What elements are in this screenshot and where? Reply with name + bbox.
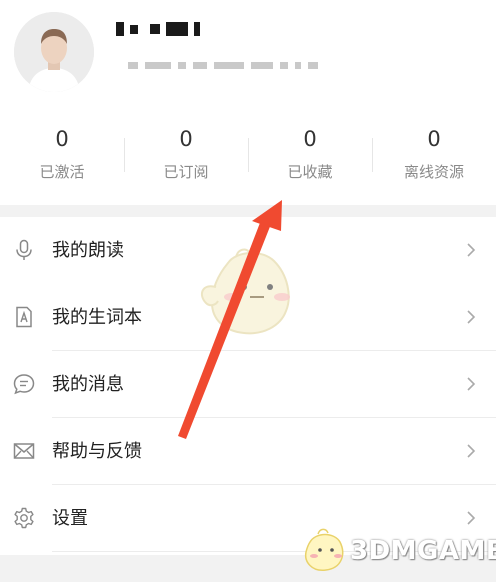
watermark: 3DMGAME bbox=[300, 528, 496, 574]
stat-activated[interactable]: 0 已激活 bbox=[0, 118, 124, 198]
menu-item-label: 我的朗读 bbox=[52, 240, 124, 261]
stat-value: 0 bbox=[427, 127, 441, 151]
vocabulary-book-icon bbox=[16, 306, 32, 328]
envelope-icon bbox=[13, 443, 35, 459]
avatar[interactable] bbox=[14, 12, 94, 92]
chevron-right-icon bbox=[467, 310, 476, 324]
stats-row: 0 已激活 0 已订阅 0 已收藏 0 离线资源 bbox=[0, 118, 496, 198]
menu-item-label: 帮助与反馈 bbox=[52, 441, 142, 462]
username-redacted bbox=[116, 22, 200, 36]
user-info-redacted bbox=[128, 62, 318, 69]
stat-label: 已收藏 bbox=[287, 163, 333, 181]
stat-subscribed[interactable]: 0 已订阅 bbox=[124, 118, 248, 198]
avatar-image bbox=[14, 12, 94, 92]
menu-item-my-messages[interactable]: 我的消息 bbox=[0, 351, 496, 418]
stat-value: 0 bbox=[303, 127, 317, 151]
section-divider bbox=[0, 205, 496, 217]
3dmgame-logo-icon bbox=[304, 528, 344, 571]
chevron-right-icon bbox=[467, 511, 476, 525]
microphone-icon bbox=[16, 239, 32, 260]
profile-header[interactable] bbox=[0, 0, 496, 110]
message-bubble-icon bbox=[13, 374, 35, 395]
stat-label: 已订阅 bbox=[163, 163, 209, 181]
chevron-right-icon bbox=[467, 444, 476, 458]
stat-value: 0 bbox=[179, 127, 193, 151]
menu-item-help-feedback[interactable]: 帮助与反馈 bbox=[0, 418, 496, 485]
menu-item-label: 设置 bbox=[52, 508, 88, 529]
menu-item-label: 我的生词本 bbox=[52, 307, 142, 328]
menu-item-label: 我的消息 bbox=[52, 374, 124, 395]
chevron-right-icon bbox=[467, 377, 476, 391]
watermark-text: 3DMGAME bbox=[350, 536, 496, 566]
stat-value: 0 bbox=[55, 127, 69, 151]
stat-label: 离线资源 bbox=[403, 163, 464, 181]
stat-offline-resources[interactable]: 0 离线资源 bbox=[372, 118, 496, 198]
stat-favorited[interactable]: 0 已收藏 bbox=[248, 118, 372, 198]
gear-icon bbox=[14, 507, 34, 529]
mascot-watermark-icon bbox=[200, 248, 290, 335]
stat-label: 已激活 bbox=[39, 163, 85, 181]
chevron-right-icon bbox=[467, 243, 476, 257]
